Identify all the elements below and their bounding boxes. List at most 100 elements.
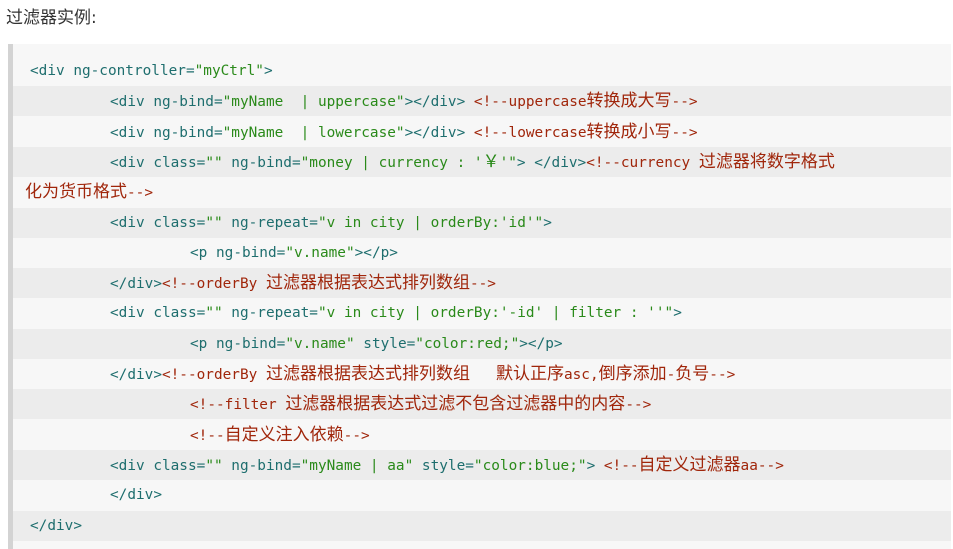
code-token: "" (205, 305, 223, 322)
code-line: </div> (13, 510, 951, 541)
code-token: </div> (110, 487, 162, 504)
code-token: "v.name" (285, 335, 355, 352)
code-line: 化为货币格式--> (13, 177, 951, 207)
code-token: style= (413, 457, 474, 474)
code-token: "color:red;" (415, 335, 520, 352)
code-token: </div> (110, 367, 162, 383)
code-line: <p ng-bind="v.name" style="color:red;"><… (13, 328, 951, 359)
code-token: ></div> (404, 94, 474, 111)
code-token: 默认正序 (495, 364, 564, 384)
code-line: <div class="" ng-bind="myName | aa" styl… (13, 449, 951, 480)
code-token: asc, (563, 367, 599, 383)
code-line-text: <p ng-bind="v.name"></p> (190, 238, 398, 268)
code-token: ng-bind= (222, 154, 301, 171)
code-line: <div class="" ng-repeat="v in city | ord… (13, 298, 951, 328)
code-token: <div class= (110, 214, 206, 231)
code-line: <div class="" ng-repeat="v in city | ord… (13, 207, 951, 238)
code-token: "" (205, 457, 223, 474)
code-token: <!-- (190, 427, 225, 444)
code-token: > (543, 214, 552, 231)
code-token: '" (499, 154, 517, 171)
code-token: style= (354, 335, 416, 352)
code-token: 倒序添加 (598, 364, 667, 384)
code-line-text: </div><!--orderBy 过滤器根据表达式排列数组 默认正序asc,倒… (110, 359, 735, 389)
code-token: ></div> (404, 124, 474, 141)
code-token: <p ng-bind= (190, 244, 286, 261)
code-token: --> (709, 367, 736, 383)
code-line: <!--filter 过滤器根据表达式过滤不包含过滤器中的内容--> (13, 389, 951, 420)
code-token: 转换成小写 (586, 121, 672, 142)
code-token: </div> (30, 517, 82, 534)
code-token: </div> (110, 276, 162, 293)
code-token: <!--currency (586, 154, 699, 171)
code-token: ></p> (519, 335, 563, 352)
code-block: <div ng-controller="myCtrl"> <div ng-bind… (8, 44, 951, 549)
code-line-text: <div class="" ng-repeat="v in city | ord… (110, 208, 552, 238)
code-token: "v.name" (285, 244, 355, 261)
code-token: aa--> (740, 457, 784, 474)
code-token: > (263, 63, 273, 79)
code-line: <div ng-bind="myName | uppercase"></div>… (13, 86, 951, 117)
code-line-text: </div> (110, 480, 162, 510)
code-line-text: <div ng-bind="myName | lowercase"></div>… (110, 117, 698, 147)
code-token: --> (671, 124, 698, 141)
code-line-text: <div class="" ng-bind="money | currency … (110, 147, 835, 177)
code-token: --> (671, 94, 698, 111)
code-token: --> (625, 397, 652, 414)
code-token: "myName | lowercase" (222, 124, 405, 141)
code-line: </div> (13, 480, 951, 510)
code-token: ￥ (482, 151, 500, 172)
code-line: <div ng-controller="myCtrl"> (13, 56, 951, 86)
code-token: 过滤器根据表达式过滤不包含过滤器中的内容 (285, 394, 626, 415)
code-token: "myCtrl" (194, 63, 264, 79)
code-token: ng-repeat= (222, 214, 318, 231)
code-token: <div class= (110, 154, 206, 171)
code-token: 自定义注入依赖 (224, 424, 344, 445)
code-line-text: <div class="" ng-bind="myName | aa" styl… (110, 450, 784, 480)
code-token: <!--lowercase (473, 124, 587, 141)
code-token: - (666, 367, 676, 383)
code-token: "myName | aa" (300, 457, 414, 474)
code-line-text: <div class="" ng-repeat="v in city | ord… (110, 298, 682, 328)
code-token: <div class= (110, 305, 206, 322)
code-token: "" (205, 154, 223, 171)
code-token: 转换成大写 (586, 91, 672, 112)
code-token: > </div> (516, 154, 587, 171)
code-token: 过滤器根据表达式排列数组 (265, 364, 470, 384)
code-token: <!-- (603, 457, 639, 474)
code-token: <p ng-bind= (190, 335, 286, 352)
code-token: <div class= (110, 457, 206, 474)
code-token: --> (127, 185, 153, 202)
code-token: > (586, 457, 604, 474)
code-line: </div><!--orderBy 过滤器根据表达式排列数组--> (13, 268, 951, 299)
code-line-text: <!--filter 过滤器根据表达式过滤不包含过滤器中的内容--> (190, 389, 651, 419)
code-line: <div ng-bind="myName | lowercase"></div>… (13, 117, 951, 147)
code-line-text: <div ng-controller="myCtrl"> (30, 56, 273, 86)
code-token: > (673, 305, 682, 322)
code-token: <!--orderBy (161, 276, 266, 293)
code-token: "color:blue;" (473, 457, 587, 474)
code-token: 自定义过滤器 (638, 454, 741, 475)
code-line-text: </div><!--orderBy 过滤器根据表达式排列数组--> (110, 268, 496, 298)
code-token: <div ng-bind= (110, 94, 223, 111)
code-token: --> (469, 276, 496, 293)
page-heading: 过滤器实例: (6, 8, 97, 28)
code-token: <!--uppercase (473, 94, 587, 111)
code-token: "myName | uppercase" (222, 94, 405, 111)
code-token: <div ng-bind= (110, 124, 223, 141)
code-token: "money | currency : ' (300, 154, 483, 171)
code-line: <!--自定义注入依赖--> (13, 420, 951, 450)
code-line: <p ng-bind="v.name"></p> (13, 238, 951, 268)
code-line-text: <p ng-bind="v.name" style="color:red;"><… (190, 329, 563, 359)
code-token: 负号 (675, 364, 710, 384)
code-token: 过滤器将数字格式 (698, 151, 835, 172)
code-line: </div><!--orderBy 过滤器根据表达式排列数组 默认正序asc,倒… (13, 359, 951, 389)
code-token: ></p> (354, 244, 398, 261)
code-token: --> (343, 427, 370, 444)
code-line-text: <div ng-bind="myName | uppercase"></div>… (110, 86, 698, 116)
code-token: <!--orderBy (161, 367, 266, 383)
code-token: <!--filter (190, 397, 286, 414)
code-token: ng-bind= (222, 457, 301, 474)
code-line-text: 化为货币格式--> (25, 177, 153, 207)
